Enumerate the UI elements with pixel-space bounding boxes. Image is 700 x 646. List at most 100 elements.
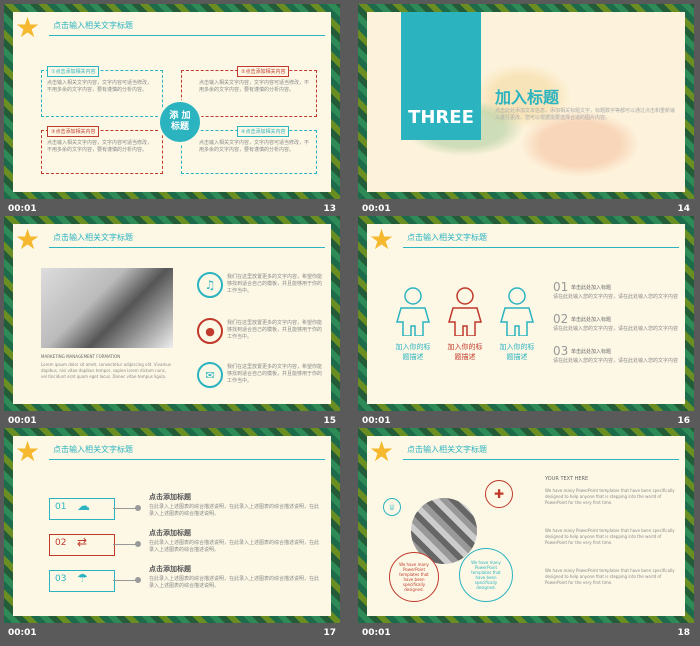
slide-number: 14 [677, 204, 690, 214]
slide-canvas: ★ 点击输入相关文字标题 01 ☁ 点击添加标题 在此录入上述图表的综合描述说明… [13, 436, 331, 616]
list-title-3: 单击此处加入标题 [571, 349, 612, 355]
title-underline [49, 459, 325, 460]
person-icon-3 [500, 287, 534, 336]
slide-thumbnail-16[interactable]: ★ 点击输入相关文字标题 加入你的标 题描述 加入你的标 题描述 加入你的标 题… [358, 216, 694, 431]
row-number-3: 03 [55, 574, 67, 584]
person-icon-1 [396, 287, 430, 336]
timing-label: 00:01 [8, 204, 37, 214]
list-text-1: 请在此处输入您的文字内容，请在此处输入您的文字内容 [553, 294, 679, 300]
section-heading: 加入标题 [495, 88, 560, 107]
slide-number: 13 [323, 204, 336, 214]
person-label-2: 加入你的标 题描述 [447, 343, 483, 361]
photo-caption: MARKETING MANAGEMENT FORMATION [41, 354, 121, 359]
slide-thumbnail-17[interactable]: ★ 点击输入相关文字标题 01 ☁ 点击添加标题 在此录入上述图表的综合描述说明… [4, 428, 340, 643]
slide-canvas: ★ 点击输入相关文字标题 ①点击添加相关内容 点击输入相关文字内容，文字内容可适… [13, 12, 331, 192]
connector-line-1 [113, 508, 137, 509]
right-circle-text: We have many PowerPoint templates that h… [471, 560, 501, 590]
row-number-2: 02 [55, 538, 67, 548]
box-label-2: ②点击添加相关内容 [237, 66, 290, 77]
point-text-1: 我们在这里放置更多的文字内容，希望你能够找到适合自己的模板，并且能够用于你的工作… [227, 274, 323, 294]
music-icon: ♫ [197, 272, 223, 298]
right-text-circle: We have many PowerPoint templates that h… [459, 548, 513, 602]
slide-thumbnail-18[interactable]: ★ 点击输入相关文字标题 ♕ ✚ We have many PowerPoint… [358, 428, 694, 643]
list-number-1: 01 [553, 280, 569, 294]
person-icon-2 [448, 287, 482, 336]
list-number-2: 02 [553, 312, 569, 326]
slide-canvas: ★ 点击输入相关文字标题 MARKETING MANAGEMENT FORMAT… [13, 224, 331, 404]
left-circle-text: We have many PowerPoint templates that h… [399, 562, 429, 592]
list-number-3: 03 [553, 344, 569, 358]
connector-line-2 [113, 544, 137, 545]
box-label-3: ③点击添加相关内容 [47, 126, 100, 137]
star-icon: ★ [15, 436, 41, 468]
microphone-icon: ● [197, 318, 223, 344]
cloud-icon: ☁ [77, 499, 90, 514]
slide-number: 18 [677, 628, 690, 638]
list-title-1: 单击此处加入标题 [571, 285, 612, 291]
slide-number: 16 [677, 416, 690, 426]
connector-line-3 [113, 580, 137, 581]
slide-canvas: ★ 点击输入相关文字标题 ♕ ✚ We have many PowerPoint… [367, 436, 685, 616]
row-heading-3: 点击添加标题 [149, 565, 191, 573]
timing-label: 00:01 [362, 204, 391, 214]
box-text-2: 点击输入相关文字内容，文字内容可适当修改，不用多余的文字内容，要有谨慎的分析内容… [199, 80, 310, 93]
slide-footer: 00:01 17 [4, 624, 340, 642]
slide-title: 点击输入相关文字标题 [53, 445, 133, 454]
slide-canvas: ★ 点击输入相关文字标题 加入你的标 题描述 加入你的标 题描述 加入你的标 题… [367, 224, 685, 404]
list-title-2: 单击此处加入标题 [571, 317, 612, 323]
box-label-4: ④点击添加相关内容 [237, 126, 290, 137]
star-icon: ★ [369, 224, 395, 256]
title-underline [403, 247, 679, 248]
connector-dot-3 [135, 577, 141, 583]
section-block: THREE [401, 12, 481, 140]
left-text-circle: We have many PowerPoint templates that h… [389, 552, 439, 602]
row-heading-2: 点击添加标题 [149, 529, 191, 537]
slide-title: 点击输入相关文字标题 [407, 445, 487, 454]
row-text-3: 在此录入上述图表的综合描述说明，在此录入上述图表的综合描述说明，在此录入上述图表… [149, 576, 320, 589]
section-text: 点击此处添加文本信息，添加相关标题文字，标题数字等都可以通过点击和重新输入进行更… [495, 108, 676, 121]
row-heading-1: 点击添加标题 [149, 493, 191, 501]
point-text-2: 我们在这里放置更多的文字内容，希望你能够找到适合自己的模板，并且能够用于你的工作… [227, 320, 323, 340]
star-icon: ★ [15, 12, 41, 44]
person-label-1: 加入你的标 题描述 [395, 343, 431, 361]
body-line-3: We have many PowerPoint templates that h… [545, 568, 675, 585]
title-underline [49, 247, 325, 248]
title-underline [403, 459, 679, 460]
slide-thumbnail-14[interactable]: THREE 加入标题 点击此处添加文本信息，添加相关标题文字，标题数字等都可以通… [358, 4, 694, 219]
row-number-1: 01 [55, 502, 67, 512]
slide-title: 点击输入相关文字标题 [53, 233, 133, 242]
timing-label: 00:01 [8, 416, 37, 426]
section-subtitle: YOUR TEXT HERE [545, 476, 589, 482]
box-text-4: 点击输入相关文字内容，文字内容可适当修改，不用多余的文字内容，要有谨慎的分析内容… [199, 140, 310, 153]
timing-label: 00:01 [362, 416, 391, 426]
trophy-icon: ♕ [383, 498, 401, 516]
slide-thumbnail-13[interactable]: ★ 点击输入相关文字标题 ①点击添加相关内容 点击输入相关文字内容，文字内容可适… [4, 4, 340, 219]
box-text-3: 点击输入相关文字内容，文字内容可适当修改，不用多余的文字内容，要有谨慎的分析内容… [47, 140, 153, 153]
body-line-1: We have many PowerPoint templates that h… [545, 488, 675, 505]
point-text-3: 我们在这里放置更多的文字内容，希望你能够找到适合自己的模板，并且能够用于你的工作… [227, 364, 323, 384]
row-text-2: 在此录入上述图表的综合描述说明，在此录入上述图表的综合描述说明，在此录入上述图表… [149, 540, 320, 553]
connector-dot-1 [135, 505, 141, 511]
list-text-2: 请在此处输入您的文字内容，请在此处输入您的文字内容 [553, 326, 679, 332]
slide-number: 17 [323, 628, 336, 638]
office-photo [41, 268, 173, 348]
slide-thumbnail-15[interactable]: ★ 点击输入相关文字标题 MARKETING MANAGEMENT FORMAT… [4, 216, 340, 431]
section-label: THREE [408, 107, 474, 128]
star-icon: ★ [369, 436, 395, 468]
person-label-3: 加入你的标 题描述 [499, 343, 535, 361]
box-label-1: ①点击添加相关内容 [47, 66, 100, 77]
mail-icon: ✉ [197, 362, 223, 388]
slide-footer: 00:01 18 [358, 624, 694, 642]
slide-title: 点击输入相关文字标题 [53, 21, 133, 30]
list-text-3: 请在此处输入您的文字内容，请在此处输入您的文字内容 [553, 358, 679, 364]
timing-label: 00:01 [362, 628, 391, 638]
bandage-icon: ✚ [485, 480, 513, 508]
box-text-1: 点击输入相关文字内容，文字内容可适当修改，不用多余的文字内容，要有谨慎的分析内容… [47, 80, 153, 93]
slide-number: 15 [323, 416, 336, 426]
body-line-2: We have many PowerPoint templates that h… [545, 528, 675, 545]
connector-dot-2 [135, 541, 141, 547]
umbrella-icon: ☂ [77, 571, 88, 585]
center-circle: 添 加 标题 [158, 100, 202, 144]
title-underline [49, 35, 325, 36]
shuffle-icon: ⇄ [77, 535, 88, 549]
